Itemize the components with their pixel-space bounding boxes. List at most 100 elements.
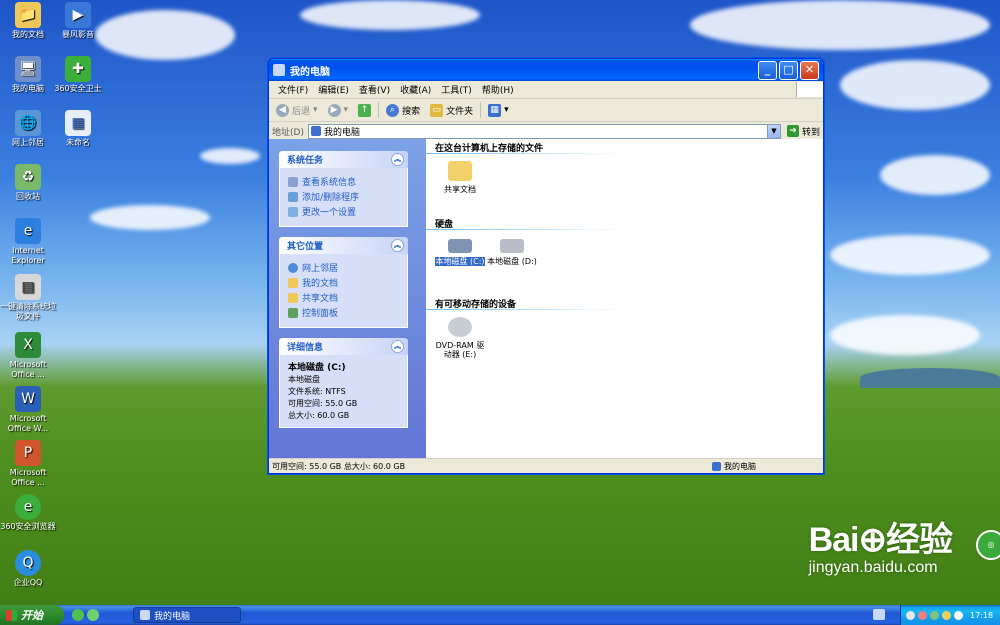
word-icon: W <box>15 386 41 412</box>
watermark-brand: Bai⊕经验 <box>808 521 953 559</box>
clock[interactable]: 17:18 <box>970 611 993 620</box>
desktop-icon-my-computer[interactable]: 🖥 我的电脑 <box>0 56 56 94</box>
maximize-button[interactable]: □ <box>779 60 798 80</box>
network-icon <box>288 262 298 273</box>
image-file-icon: ▦ <box>65 110 91 136</box>
control-panel-link[interactable]: 控制面板 <box>288 306 401 319</box>
status-location: 我的电脑 <box>712 461 756 472</box>
up-folder-button[interactable]: ↑ <box>355 103 374 118</box>
change-setting-link[interactable]: 更改一个设置 <box>288 205 401 218</box>
close-button[interactable]: ✕ <box>800 60 819 80</box>
tray-icon[interactable] <box>942 610 951 620</box>
desktop-icon-clean-junk[interactable]: ▤ 一键清除系统垃圾文件 <box>0 274 56 322</box>
internet-explorer-icon: e <box>15 218 41 244</box>
collapse-icon[interactable]: ︽ <box>391 340 404 353</box>
folder-icon: ▭ <box>430 103 444 117</box>
go-button[interactable]: ➜ 转到 <box>786 125 820 138</box>
dvd-drive-item[interactable]: DVD-RAM 驱动器 (E:) <box>435 317 485 359</box>
desktop-icon-recycle-bin[interactable]: ♻ 回收站 <box>0 164 56 202</box>
tray-icon[interactable] <box>954 610 963 620</box>
collapse-icon[interactable]: ︽ <box>391 153 404 166</box>
my-documents-link[interactable]: 我的文档 <box>288 276 401 289</box>
hard-disk-icon <box>448 239 472 253</box>
menu-file[interactable]: 文件(F) <box>273 83 313 96</box>
computer-icon <box>712 461 721 471</box>
tray-icon[interactable] <box>930 610 939 620</box>
shield-icon: ✚ <box>65 56 91 82</box>
go-arrow-icon: ➜ <box>786 125 799 137</box>
group-divider <box>426 229 626 230</box>
address-input[interactable]: 我的电脑 <box>307 123 768 139</box>
details-total-size: 总大小: 60.0 GB <box>288 411 350 420</box>
quick-launch <box>72 609 99 621</box>
tray-icon[interactable] <box>918 610 927 620</box>
floating-widget-icon[interactable]: ◎ <box>976 530 1000 560</box>
start-button[interactable]: 开始 <box>0 605 64 625</box>
desktop-icon-baofeng[interactable]: ▶ 暴风影音 <box>50 2 106 40</box>
browser-icon[interactable] <box>72 609 84 621</box>
details-panel: 详细信息 ︽ 本地磁盘 (C:) 本地磁盘 文件系统: NTFS 可用空间: 5… <box>279 338 408 428</box>
desktop-icon-office-excel[interactable]: X Microsoft Office ... <box>0 332 56 380</box>
desktop-icon-enterprise-qq[interactable]: Q 企业QQ <box>0 550 56 588</box>
qq-icon[interactable] <box>87 609 99 621</box>
menu-edit[interactable]: 编辑(E) <box>313 83 354 96</box>
task-pane: 系统任务 ︽ 查看系统信息 添加/删除程序 更改一个设置 其它位置 ︽ 网上邻居… <box>269 139 426 459</box>
menu-favorites[interactable]: 收藏(A) <box>395 83 436 96</box>
other-places-panel: 其它位置 ︽ 网上邻居 我的文档 共享文档 控制面板 <box>279 237 408 328</box>
back-arrow-icon: ◀ <box>276 103 289 117</box>
desktop-icon-office-word[interactable]: W Microsoft Office W... <box>0 386 56 434</box>
back-button[interactable]: ◀ 后退 ▾ <box>273 103 321 118</box>
desktop-icon-my-documents[interactable]: 📁 我的文档 <box>0 2 56 40</box>
details-filesystem: 文件系统: NTFS <box>288 387 346 396</box>
disk-c-item[interactable]: 本地磁盘 (C:) <box>435 239 485 266</box>
minimize-button[interactable]: _ <box>758 60 777 80</box>
disk-d-item[interactable]: 本地磁盘 (D:) <box>487 239 537 266</box>
keyboard-icon[interactable] <box>873 609 885 620</box>
folders-button[interactable]: ▭ 文件夹 <box>427 103 476 118</box>
desktop-icon-360-safe[interactable]: ✚ 360安全卫士 <box>50 56 106 94</box>
watermark-url: jingyan.baidu.com <box>808 559 938 576</box>
network-places-link[interactable]: 网上邻居 <box>288 261 401 274</box>
toolbar-separator <box>480 102 482 118</box>
views-button[interactable]: ▦ ▾ <box>485 103 512 118</box>
add-remove-programs-link[interactable]: 添加/删除程序 <box>288 190 401 203</box>
desktop-icon-network[interactable]: 🌐 网上邻居 <box>0 110 56 148</box>
window-title: 我的电脑 <box>290 66 330 78</box>
control-panel-icon <box>288 307 298 318</box>
details-header[interactable]: 详细信息 ︽ <box>279 338 408 355</box>
desktop-icon-untitled[interactable]: ▦ 未命名 <box>50 110 106 148</box>
other-places-header[interactable]: 其它位置 ︽ <box>279 237 408 254</box>
collapse-icon[interactable]: ︽ <box>391 239 404 252</box>
shared-documents-link[interactable]: 共享文档 <box>288 291 401 304</box>
tray-icon[interactable] <box>906 610 915 620</box>
windows-logo-icon <box>796 82 823 97</box>
taskbar-button-my-computer[interactable]: 我的电脑 <box>133 607 241 623</box>
excel-icon: X <box>15 332 41 358</box>
title-bar[interactable]: 我的电脑 _ □ ✕ <box>269 59 823 81</box>
status-space: 可用空间: 55.0 GB 总大小: 60.0 GB <box>272 461 406 471</box>
group-divider <box>426 153 626 154</box>
folder-icon <box>288 277 298 288</box>
shared-documents-item[interactable]: 共享文档 <box>435 161 485 194</box>
address-dropdown-button[interactable]: ▼ <box>766 123 781 139</box>
forward-arrow-icon: ▶ <box>327 103 341 117</box>
desktop-icon-360-browser[interactable]: e 360安全浏览器 <box>0 494 56 532</box>
up-arrow-icon: ↑ <box>358 103 372 117</box>
computer-icon: 🖥 <box>15 56 41 82</box>
view-system-info-link[interactable]: 查看系统信息 <box>288 175 401 188</box>
menu-view[interactable]: 查看(V) <box>354 83 395 96</box>
system-tasks-header[interactable]: 系统任务 ︽ <box>279 151 408 168</box>
network-icon: 🌐 <box>15 110 41 136</box>
folder-icon <box>448 161 472 181</box>
desktop-icon-office-ppt[interactable]: P Microsoft Office ... <box>0 440 56 488</box>
control-panel-icon <box>288 206 298 217</box>
batch-file-icon: ▤ <box>15 274 41 300</box>
menu-bar: 文件(F) 编辑(E) 查看(V) 收藏(A) 工具(T) 帮助(H) <box>269 81 823 99</box>
search-button[interactable]: ⌕ 搜索 <box>383 103 423 118</box>
details-type: 本地磁盘 <box>288 375 320 384</box>
forward-button[interactable]: ▶ ▾ <box>325 103 352 118</box>
menu-tools[interactable]: 工具(T) <box>436 83 477 96</box>
desktop-icon-ie[interactable]: e Internet Explorer <box>0 218 56 266</box>
address-label: 地址(D) <box>272 127 304 138</box>
menu-help[interactable]: 帮助(H) <box>477 83 519 96</box>
